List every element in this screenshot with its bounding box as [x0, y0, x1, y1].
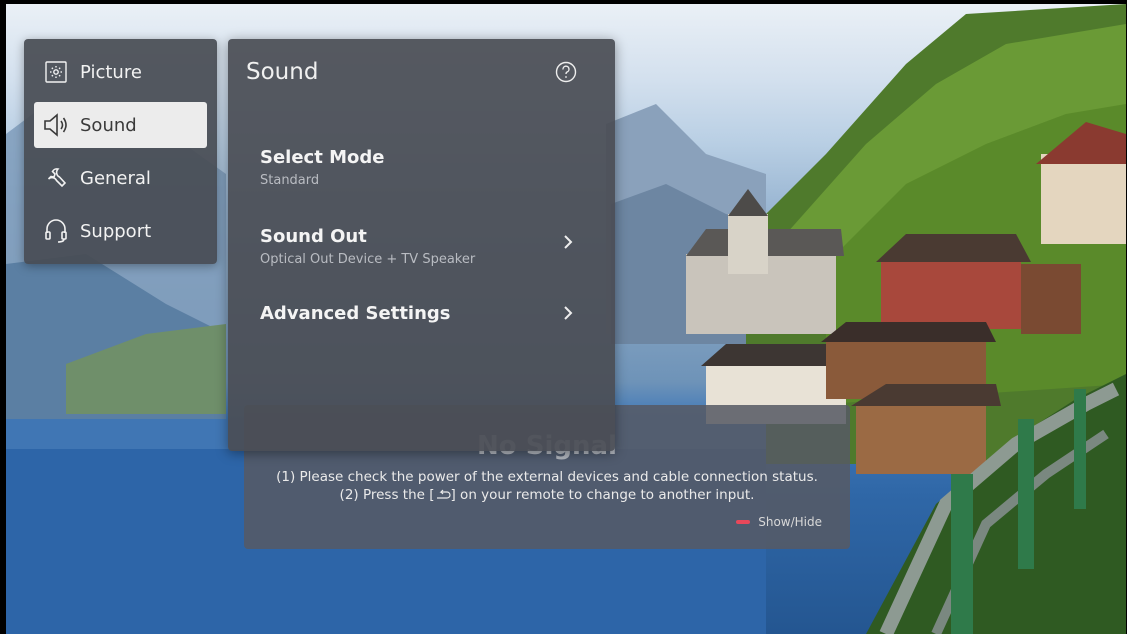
menu-item-label: Advanced Settings	[260, 303, 451, 324]
no-signal-line-2-prefix: (2) Press the [	[339, 487, 435, 503]
category-menu: Picture Sound General Support	[24, 39, 217, 264]
menu-item-advanced-settings[interactable]: Advanced Settings	[240, 303, 600, 357]
category-support[interactable]: Support	[34, 208, 207, 254]
show-hide-label: Show/Hide	[758, 515, 822, 529]
category-label: Picture	[80, 61, 142, 83]
category-label: Support	[80, 220, 152, 242]
panel-title: Sound	[246, 59, 319, 85]
menu-item-label: Sound Out	[260, 226, 367, 247]
chevron-right-icon	[564, 306, 573, 320]
no-signal-line-2: (2) Press the [ ] on your remote to chang…	[244, 487, 850, 503]
menu-item-sound-out[interactable]: Sound Out Optical Out Device + TV Speake…	[240, 226, 600, 280]
show-hide-hint[interactable]: Show/Hide	[736, 515, 822, 529]
red-key-icon	[736, 520, 751, 524]
menu-item-select-mode[interactable]: Select Mode Standard	[240, 147, 600, 201]
category-general[interactable]: General	[34, 155, 207, 201]
no-signal-line-2-suffix: ] on your remote to change to another in…	[450, 487, 755, 503]
menu-item-label: Select Mode	[260, 147, 385, 168]
help-icon[interactable]	[555, 61, 577, 83]
category-sound[interactable]: Sound	[34, 102, 207, 148]
picture-icon	[42, 58, 70, 86]
category-label: General	[80, 167, 151, 189]
headset-icon	[42, 217, 70, 245]
menu-item-value: Optical Out Device + TV Speaker	[260, 252, 476, 267]
wrench-icon	[42, 164, 70, 192]
category-label: Sound	[80, 114, 137, 136]
sound-settings-panel: Sound Select Mode Standard Sound Out Opt…	[228, 39, 615, 451]
category-picture[interactable]: Picture	[34, 49, 207, 95]
menu-item-value: Standard	[260, 173, 320, 188]
input-source-icon	[436, 489, 451, 499]
chevron-right-icon	[564, 235, 573, 249]
speaker-icon	[42, 111, 70, 139]
no-signal-line-1: (1) Please check the power of the extern…	[276, 469, 818, 485]
